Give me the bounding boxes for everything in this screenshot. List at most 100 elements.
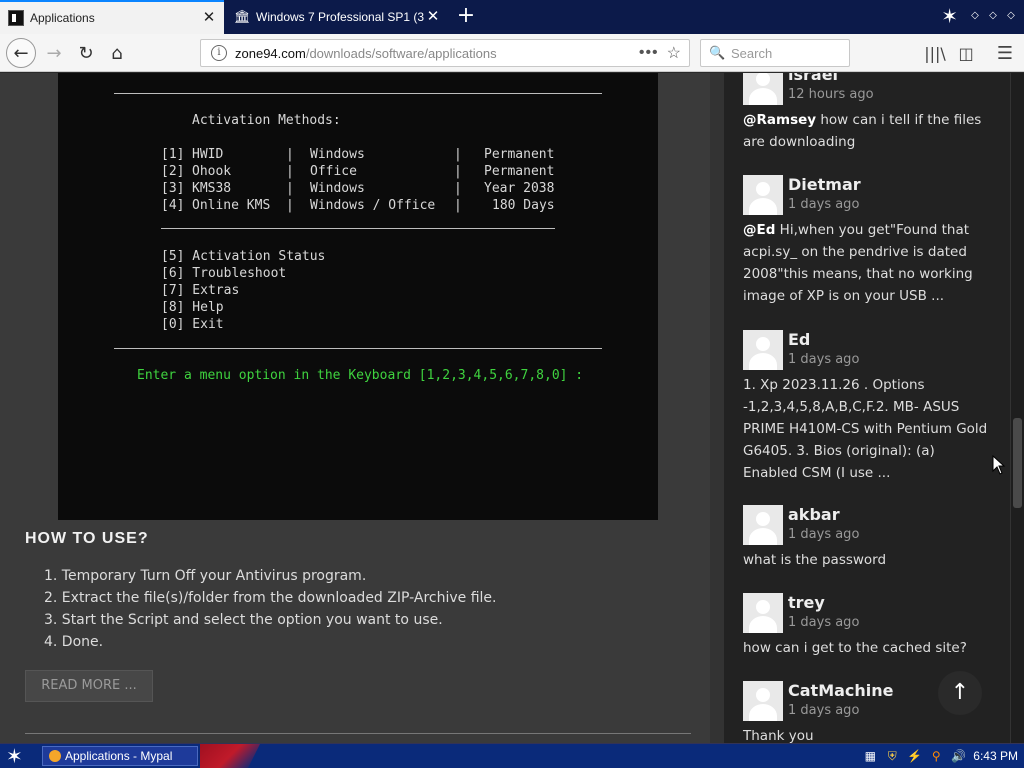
clock[interactable]: 6:43 PM	[973, 749, 1018, 763]
divider	[114, 93, 602, 94]
method-target: Windows	[310, 181, 365, 196]
comment-author[interactable]: Ed	[788, 330, 810, 349]
volume-icon[interactable]: 🔊	[951, 749, 966, 763]
tab-strip: Applications ✕ 🏛 Windows 7 Professional …	[0, 0, 1024, 34]
scroll-to-top-button[interactable]: ↑	[938, 671, 982, 715]
method-target: Windows	[310, 147, 365, 162]
comment-mention: @Ramsey	[743, 112, 817, 128]
menu-option: [0] Exit	[161, 317, 224, 332]
navigation-bar: ← → ↻ ⌂ i zone94.com /downloads/software…	[0, 34, 1024, 72]
comment-body[interactable]: what is the password	[743, 549, 993, 571]
system-tray: ▦ ⛨ ⚡ ⚲ 🔊 6:43 PM	[863, 746, 1018, 766]
divider	[161, 228, 555, 229]
forward-button[interactable]: →	[40, 39, 68, 67]
scrollbar-thumb[interactable]	[1013, 418, 1022, 508]
comment-body[interactable]: @Ramsey how can i tell if the files are …	[743, 109, 993, 153]
column-separator: |	[286, 198, 294, 213]
terminal-screenshot: Activation Methods: [1] HWID | Windows |…	[58, 73, 658, 520]
reload-button[interactable]: ↻	[72, 39, 100, 67]
comment-time: 1 days ago	[788, 352, 860, 367]
terminal-heading: Activation Methods:	[192, 113, 341, 128]
method-target: Windows / Office	[310, 198, 436, 213]
scrollbar[interactable]	[1011, 73, 1024, 743]
menu-option: [5] Activation Status	[161, 249, 326, 264]
comment-mention: @Ed	[743, 222, 776, 238]
method-duration: Permanent	[484, 164, 555, 179]
comment-author[interactable]: israel	[788, 73, 838, 84]
browser-icon	[49, 750, 61, 762]
network-icon[interactable]: ⚡	[907, 749, 922, 763]
menu-option: [6] Troubleshoot	[161, 266, 287, 281]
comment-time: 1 days ago	[788, 527, 860, 542]
comment-author[interactable]: Dietmar	[788, 175, 861, 194]
divider	[114, 348, 602, 349]
maximize-icon[interactable]: ◇	[986, 9, 1000, 23]
comment-author[interactable]: akbar	[788, 505, 840, 524]
search-input[interactable]: 🔍 Search	[700, 39, 850, 67]
column-separator: |	[454, 198, 462, 213]
list-item: 4. Done.	[44, 634, 104, 650]
page-content: Activation Methods: [1] HWID | Windows |…	[0, 73, 1024, 743]
comment-time: 12 hours ago	[788, 87, 874, 102]
comment-body[interactable]: how can i get to the cached site?	[743, 637, 993, 659]
column-separator: |	[454, 147, 462, 162]
tab-windows7[interactable]: 🏛 Windows 7 Professional SP1 (32 bi ✕	[226, 0, 448, 34]
howto-steps: 1. Temporary Turn Off your Antivirus pro…	[44, 565, 496, 653]
main-column: Activation Methods: [1] HWID | Windows |…	[0, 73, 710, 743]
avatar	[743, 175, 783, 215]
method-num: [3]	[161, 181, 185, 196]
method-num: [1]	[161, 147, 185, 162]
menu-icon[interactable]: ☰	[992, 39, 1018, 67]
sidebar-icon[interactable]: ◫	[954, 39, 978, 67]
back-button[interactable]: ←	[6, 38, 36, 68]
method-duration: Permanent	[484, 147, 555, 162]
taskbar-item-applications[interactable]: Applications - Mypal	[42, 746, 198, 766]
search-tray-icon[interactable]: ⚲	[929, 749, 943, 763]
shield-icon[interactable]: ⛨	[885, 749, 899, 763]
comment-body[interactable]: @Ed Hi,when you get"Found that acpi.sy_ …	[743, 219, 993, 307]
site-favicon-icon	[8, 10, 24, 26]
url-host: zone94.com	[235, 45, 306, 61]
page-actions-icon[interactable]: •••	[639, 44, 659, 62]
close-tab-icon[interactable]: ✕	[200, 9, 218, 27]
read-more-button[interactable]: READ MORE ...	[25, 670, 153, 702]
list-item: 2. Extract the file(s)/folder from the d…	[44, 590, 497, 606]
list-item: 3. Start the Script and select the optio…	[44, 612, 443, 628]
url-bar[interactable]: i zone94.com /downloads/software/applica…	[200, 39, 690, 67]
close-window-icon[interactable]: ◇	[1004, 9, 1018, 23]
method-duration: 180 Days	[492, 198, 555, 213]
avatar	[743, 681, 783, 721]
comment-author[interactable]: trey	[788, 593, 825, 612]
comment-body[interactable]: Thank you	[743, 725, 993, 743]
new-tab-button[interactable]: +	[454, 5, 478, 29]
comment-body[interactable]: 1. Xp 2023.11.26 . Options -1,2,3,4,5,8,…	[743, 374, 993, 484]
tab-applications[interactable]: Applications ✕	[0, 0, 224, 34]
home-button[interactable]: ⌂	[103, 39, 131, 67]
window-controls: ✶ ◇ ◇ ◇	[941, 6, 1018, 26]
taskbar: ✶ Applications - Mypal ▦ ⛨ ⚡ ⚲ 🔊 6:43 PM	[0, 743, 1024, 768]
method-duration: Year 2038	[484, 181, 555, 196]
tab-title: Windows 7 Professional SP1 (32 bi	[256, 10, 424, 24]
menu-option: [8] Help	[161, 300, 224, 315]
comment-time: 1 days ago	[788, 615, 860, 630]
list-item: 1. Temporary Turn Off your Antivirus pro…	[44, 568, 367, 584]
start-button[interactable]: ✶	[6, 745, 23, 767]
comment-time: 1 days ago	[788, 197, 860, 212]
search-icon: 🔍	[709, 45, 726, 60]
comments-sidebar: israel 12 hours ago @Ramsey how can i te…	[724, 73, 1010, 743]
minimize-icon[interactable]: ◇	[968, 9, 982, 23]
library-icon[interactable]: |||\	[922, 39, 948, 67]
taskbar-item-label: Applications - Mypal	[65, 749, 173, 763]
info-icon[interactable]: i	[211, 45, 227, 61]
terminal-prompt: Enter a menu option in the Keyboard [1,2…	[137, 368, 584, 383]
keyboard-icon[interactable]: ▦	[863, 749, 877, 763]
mouse-cursor-icon	[992, 455, 1006, 475]
section-title: HOW TO USE?	[25, 530, 149, 547]
close-tab-icon[interactable]: ✕	[424, 8, 442, 26]
avatar	[743, 505, 783, 545]
column-separator: |	[454, 164, 462, 179]
method-name: Online KMS	[192, 198, 271, 213]
bookmark-star-icon[interactable]: ☆	[667, 43, 681, 63]
comment-author[interactable]: CatMachine	[788, 681, 894, 700]
comment-time: 1 days ago	[788, 703, 860, 718]
